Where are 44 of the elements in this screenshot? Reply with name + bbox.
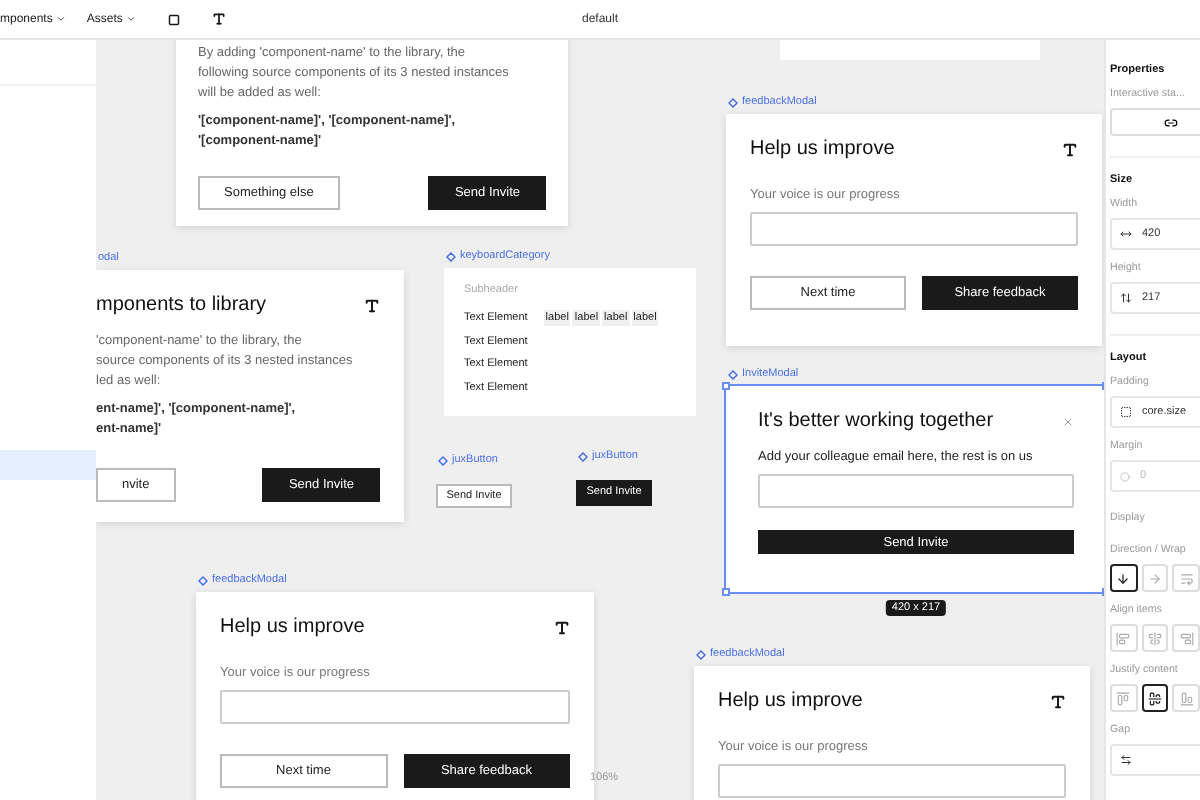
margin-icon — [1120, 471, 1130, 481]
wrap-icon — [1179, 571, 1194, 585]
modal-title: Help us improve — [718, 690, 863, 712]
link-icon — [1163, 115, 1177, 129]
align-left-icon — [1116, 631, 1131, 645]
component-icon — [446, 251, 456, 261]
feedback-input[interactable] — [718, 764, 1066, 798]
gap-icon — [1120, 754, 1132, 766]
states-button[interactable] — [1110, 108, 1200, 136]
layout-option[interactable] — [1141, 684, 1169, 712]
frame-tool-icon[interactable] — [168, 13, 181, 25]
component-icon — [198, 575, 208, 585]
resize-handle[interactable] — [722, 382, 730, 390]
layout-option[interactable] — [1110, 564, 1138, 592]
text-icon — [554, 619, 570, 635]
align-top-icon — [1116, 691, 1131, 705]
text-icon — [1062, 141, 1078, 157]
modal-title: Help us improve — [750, 138, 895, 160]
component-icon — [578, 451, 588, 461]
arrow-right-icon — [1148, 571, 1162, 585]
chevron-icon — [126, 14, 137, 24]
resize-handle[interactable] — [722, 588, 730, 596]
component-icon — [728, 97, 738, 107]
modal-title: Help us improve — [220, 616, 365, 638]
width-icon — [1120, 228, 1132, 240]
align-center-icon — [1148, 631, 1162, 645]
text-icon — [364, 297, 380, 313]
align-middle-icon — [1148, 691, 1162, 705]
align-right-icon — [1179, 631, 1194, 645]
component-icon — [728, 369, 738, 379]
modal-title: mponents to library — [96, 294, 267, 316]
align-bottom-icon — [1179, 691, 1194, 705]
height-icon — [1120, 292, 1132, 304]
modal-title: It's better working together — [758, 410, 994, 432]
feedback-input[interactable] — [750, 212, 1078, 246]
arrow-down-icon — [1116, 571, 1131, 585]
text-icon — [1050, 693, 1066, 709]
component-icon — [438, 455, 448, 465]
text-tool-icon[interactable] — [212, 12, 227, 26]
email-input[interactable] — [758, 474, 1074, 508]
close-icon[interactable] — [1062, 415, 1074, 427]
component-icon — [696, 649, 706, 659]
chevron-icon — [56, 14, 67, 24]
feedback-input[interactable] — [220, 690, 570, 724]
